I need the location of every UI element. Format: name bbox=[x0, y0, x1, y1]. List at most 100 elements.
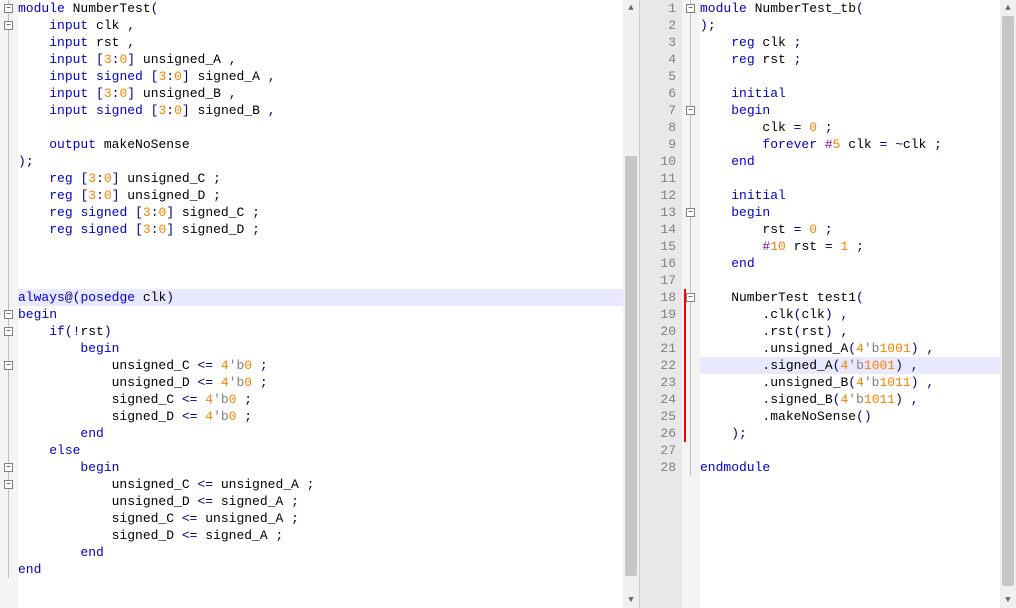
fold-toggle-icon[interactable]: − bbox=[686, 4, 695, 13]
fold-toggle-icon[interactable]: − bbox=[4, 463, 13, 472]
scrollbar-track[interactable] bbox=[623, 16, 639, 592]
code-line[interactable]: rst = 0 ; bbox=[700, 221, 942, 238]
fold-gutter[interactable]: − − − − bbox=[682, 0, 700, 608]
code-line[interactable] bbox=[700, 272, 942, 289]
line-number: 24 bbox=[640, 391, 676, 408]
code-line[interactable] bbox=[18, 119, 314, 136]
code-line[interactable]: forever #5 clk = ~clk ; bbox=[700, 136, 942, 153]
code-line[interactable]: end bbox=[18, 425, 314, 442]
fold-toggle-icon[interactable]: − bbox=[4, 327, 13, 336]
code-line[interactable]: end bbox=[18, 561, 314, 578]
code-line[interactable]: always@(posedge clk) bbox=[18, 289, 314, 306]
code-line[interactable]: end bbox=[18, 544, 314, 561]
code-line[interactable]: begin bbox=[700, 102, 942, 119]
code-line[interactable]: input [3:0] unsigned_A , bbox=[18, 51, 314, 68]
code-line[interactable]: module NumberTest_tb( bbox=[700, 0, 942, 17]
token: 3 bbox=[104, 86, 112, 101]
code-line[interactable]: .signed_B(4'b1011) , bbox=[700, 391, 942, 408]
code-line[interactable]: endmodule bbox=[700, 459, 942, 476]
code-line[interactable]: else bbox=[18, 442, 314, 459]
fold-toggle-icon[interactable]: − bbox=[686, 293, 695, 302]
code-line[interactable] bbox=[700, 442, 942, 459]
code-line[interactable]: begin bbox=[18, 340, 314, 357]
token: if bbox=[49, 324, 65, 339]
fold-toggle-icon[interactable]: − bbox=[686, 106, 695, 115]
code-line[interactable]: begin bbox=[18, 306, 314, 323]
code-line[interactable]: end bbox=[700, 153, 942, 170]
code-area[interactable]: module NumberTest( input clk , input rst… bbox=[18, 0, 314, 608]
code-line[interactable]: input clk , bbox=[18, 17, 314, 34]
code-line[interactable]: .signed_A(4'b1001) , bbox=[700, 357, 942, 374]
code-line[interactable]: reg clk ; bbox=[700, 34, 942, 51]
token: ) bbox=[895, 392, 903, 407]
fold-toggle-icon[interactable]: − bbox=[686, 208, 695, 217]
token bbox=[18, 35, 49, 50]
code-line[interactable]: ); bbox=[700, 425, 942, 442]
code-line[interactable] bbox=[700, 170, 942, 187]
code-line[interactable]: unsigned_D <= 4'b0 ; bbox=[18, 374, 314, 391]
code-line[interactable]: output makeNoSense bbox=[18, 136, 314, 153]
code-line[interactable]: signed_C <= unsigned_A ; bbox=[18, 510, 314, 527]
token: 3 bbox=[143, 205, 151, 220]
code-line[interactable]: .rst(rst) , bbox=[700, 323, 942, 340]
fold-toggle-icon[interactable]: − bbox=[4, 4, 13, 13]
code-line[interactable] bbox=[18, 238, 314, 255]
code-line[interactable]: module NumberTest( bbox=[18, 0, 314, 17]
code-area[interactable]: module NumberTest_tb(); reg clk ; reg rs… bbox=[700, 0, 942, 608]
code-line[interactable]: begin bbox=[18, 459, 314, 476]
fold-toggle-icon[interactable]: − bbox=[4, 361, 13, 370]
code-line[interactable]: if(!rst) bbox=[18, 323, 314, 340]
code-line[interactable]: unsigned_C <= unsigned_A ; bbox=[18, 476, 314, 493]
token bbox=[18, 545, 80, 560]
code-line[interactable]: ); bbox=[700, 17, 942, 34]
code-line[interactable]: end bbox=[700, 255, 942, 272]
code-line[interactable]: reg [3:0] unsigned_D ; bbox=[18, 187, 314, 204]
code-line[interactable]: input signed [3:0] signed_B , bbox=[18, 102, 314, 119]
code-line[interactable]: ); bbox=[18, 153, 314, 170]
code-line[interactable]: initial bbox=[700, 187, 942, 204]
code-line[interactable]: reg [3:0] unsigned_C ; bbox=[18, 170, 314, 187]
code-line[interactable]: clk = 0 ; bbox=[700, 119, 942, 136]
code-line[interactable]: begin bbox=[700, 204, 942, 221]
scrollbar-thumb[interactable] bbox=[1002, 16, 1014, 586]
code-line[interactable]: reg rst ; bbox=[700, 51, 942, 68]
code-line[interactable] bbox=[18, 272, 314, 289]
code-line[interactable]: signed_C <= 4'b0 ; bbox=[18, 391, 314, 408]
code-line[interactable]: .unsigned_B(4'b1011) , bbox=[700, 374, 942, 391]
token: unsigned_C bbox=[18, 358, 197, 373]
fold-toggle-icon[interactable]: − bbox=[4, 310, 13, 319]
code-line[interactable]: unsigned_D <= signed_A ; bbox=[18, 493, 314, 510]
code-line[interactable]: initial bbox=[700, 85, 942, 102]
code-line[interactable]: .clk(clk) , bbox=[700, 306, 942, 323]
code-line[interactable]: input [3:0] unsigned_B , bbox=[18, 85, 314, 102]
token bbox=[700, 205, 731, 220]
vertical-scrollbar[interactable]: ▲ ▼ bbox=[1000, 0, 1016, 608]
scrollbar-track[interactable] bbox=[1000, 16, 1016, 592]
code-line[interactable]: reg signed [3:0] signed_C ; bbox=[18, 204, 314, 221]
code-line[interactable]: unsigned_C <= 4'b0 ; bbox=[18, 357, 314, 374]
code-line[interactable]: #10 rst = 1 ; bbox=[700, 238, 942, 255]
vertical-scrollbar[interactable]: ▲ ▼ bbox=[623, 0, 639, 608]
scroll-up-icon[interactable]: ▲ bbox=[623, 0, 639, 16]
scrollbar-thumb[interactable] bbox=[625, 156, 637, 576]
fold-toggle-icon[interactable]: − bbox=[4, 480, 13, 489]
code-line[interactable]: signed_D <= signed_A ; bbox=[18, 527, 314, 544]
code-line[interactable]: NumberTest test1( bbox=[700, 289, 942, 306]
fold-toggle-icon[interactable]: − bbox=[4, 21, 13, 30]
scroll-down-icon[interactable]: ▼ bbox=[623, 592, 639, 608]
editor-right[interactable]: 1234567891011121314151617181920212223242… bbox=[640, 0, 1000, 608]
code-line[interactable]: .unsigned_A(4'b1001) , bbox=[700, 340, 942, 357]
code-line[interactable]: signed_D <= 4'b0 ; bbox=[18, 408, 314, 425]
editor-left[interactable]: − − − − − − − module NumberTest( input clk , i… bbox=[0, 0, 623, 608]
code-line[interactable]: input signed [3:0] signed_A , bbox=[18, 68, 314, 85]
code-line[interactable]: .makeNoSense() bbox=[700, 408, 942, 425]
code-line[interactable]: input rst , bbox=[18, 34, 314, 51]
code-line[interactable] bbox=[700, 68, 942, 85]
scroll-down-icon[interactable]: ▼ bbox=[1000, 592, 1016, 608]
code-line[interactable] bbox=[18, 255, 314, 272]
scroll-up-icon[interactable]: ▲ bbox=[1000, 0, 1016, 16]
token: ) bbox=[911, 341, 919, 356]
code-line[interactable]: reg signed [3:0] signed_D ; bbox=[18, 221, 314, 238]
fold-gutter[interactable]: − − − − − − − bbox=[0, 0, 18, 608]
token: rst bbox=[770, 324, 793, 339]
